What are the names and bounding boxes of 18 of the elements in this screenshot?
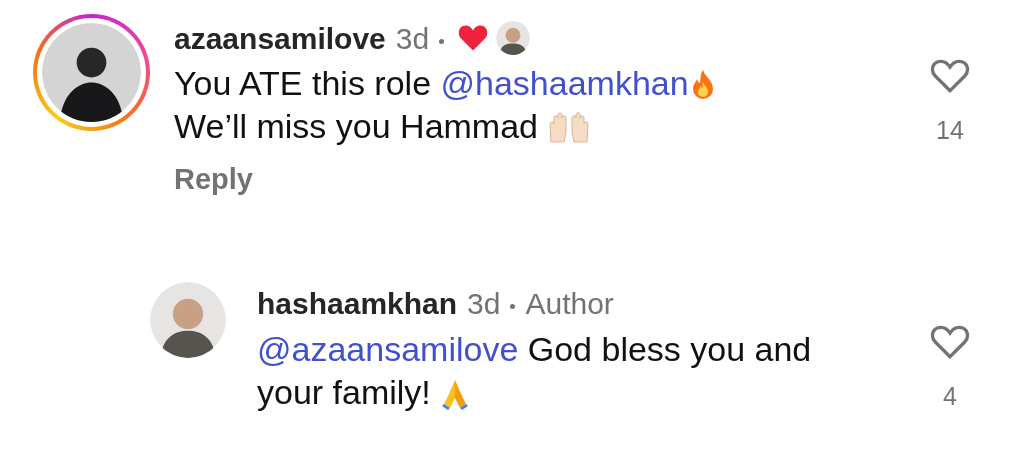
like-icon[interactable] [930,58,970,94]
comment-time: 3d [395,20,430,57]
heart-icon [458,24,489,52]
avatar[interactable] [150,281,226,358]
like-icon[interactable] [930,323,970,360]
author-label: Author [525,286,614,322]
mention-link[interactable]: @azaansamilove [257,329,519,368]
comment-text: You ATE this role @hashaamkhan We’ll miss you Hammad [174,62,928,148]
like-count: 4 [943,380,957,412]
username[interactable]: hashaamkhan [257,281,458,326]
mention-link[interactable]: @hashaamkhan [440,64,689,102]
comment-text: @azaansamilove God bless you and your family! [257,328,813,413]
author-avatar [496,21,531,55]
raised-hands-icon [547,110,592,144]
reply-button[interactable]: Reply [174,158,253,202]
comment-time: 3d [467,286,501,322]
like-count: 14 [936,115,964,146]
username[interactable]: azaansamilove [174,15,386,61]
